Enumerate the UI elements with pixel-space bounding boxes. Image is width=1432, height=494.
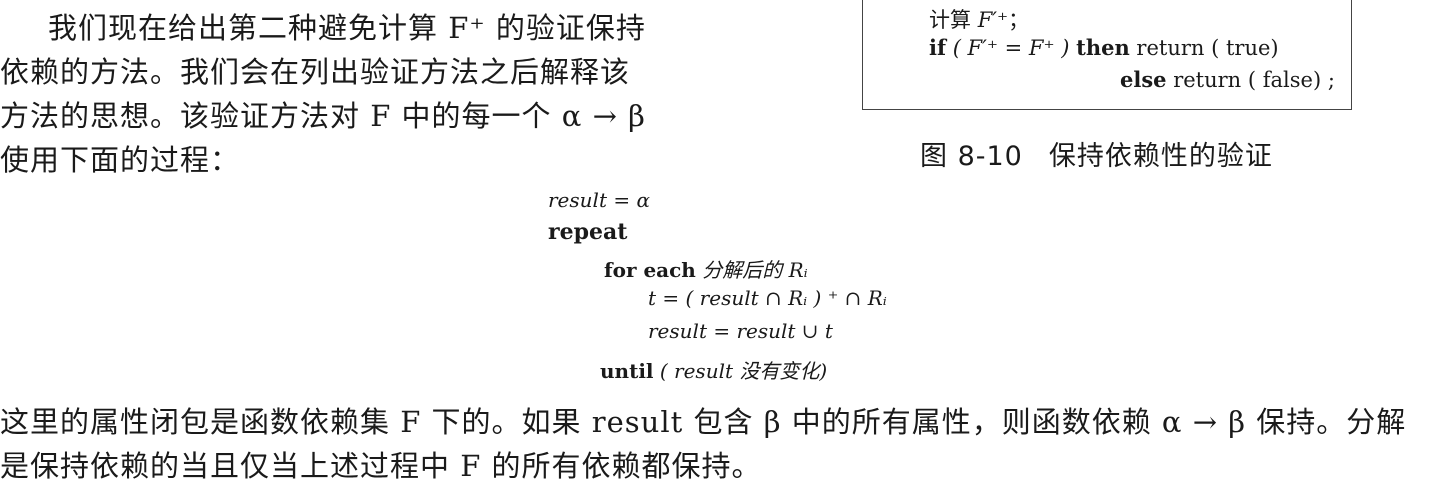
intro-line-3: 方法的思想。该验证方法对 F 中的每一个 α → β <box>0 99 646 133</box>
figure-then-return: return ( true) <box>1129 36 1279 60</box>
intro-line-4: 使用下面的过程： <box>0 143 241 177</box>
figure-compute-label: 计算 <box>929 8 978 32</box>
figure-if-keyword: if <box>929 35 947 60</box>
algorithm-line-init: result = α <box>548 188 650 212</box>
algorithm-for-each-keyword: for each <box>604 258 696 282</box>
figure-line-if: if ( F′⁺ = F⁺ ) then return ( true) <box>929 35 1279 60</box>
intro-line-2: 依赖的方法。我们会在列出验证方法之后解释该 <box>0 55 631 89</box>
tail-line-2: 是保持依赖的当且仅当上述过程中 F 的所有依赖都保持。 <box>0 449 762 483</box>
figure-compute-end: ； <box>1008 8 1030 32</box>
figure-else-keyword: else <box>1120 67 1167 92</box>
figure-caption: 图 8-10 保持依赖性的验证 <box>920 134 1273 173</box>
figure-line-else: else return ( false) ; <box>1120 67 1335 92</box>
figure-caption-number: 图 8-10 <box>920 141 1023 172</box>
algorithm-line-repeat: repeat <box>548 219 628 245</box>
figure-compute-expr: F′⁺ <box>977 8 1009 32</box>
figure-line-compute: 计算 F′⁺； <box>929 4 1029 34</box>
figure-8-10-box: 计算 F′⁺； if ( F′⁺ = F⁺ ) then return ( tr… <box>862 0 1352 110</box>
figure-caption-text: 保持依赖性的验证 <box>1048 141 1273 172</box>
figure-else-return: return ( false) ; <box>1166 68 1335 92</box>
algorithm-line-result-union: result = result ∪ t <box>648 319 833 343</box>
figure-if-condition: ( F′⁺ = F⁺ ) <box>946 36 1077 60</box>
algorithm-until-keyword: until <box>600 359 654 383</box>
tail-line-1: 这里的属性闭包是函数依赖集 F 下的。如果 result 包含 β 中的所有属性… <box>0 405 1407 439</box>
algorithm-line-t-assign: t = ( result ∩ Rᵢ ) ⁺ ∩ Rᵢ <box>648 286 887 310</box>
figure-then-keyword: then <box>1076 35 1130 60</box>
algorithm-for-each-text: 分解后的 Rᵢ <box>695 258 808 282</box>
algorithm-line-until: until ( result 没有变化) <box>600 355 827 384</box>
algorithm-line-for-each: for each 分解后的 Rᵢ <box>604 254 808 283</box>
algorithm-until-text: ( result 没有变化) <box>653 359 828 383</box>
intro-line-1: 我们现在给出第二种避免计算 F⁺ 的验证保持 <box>48 11 646 45</box>
